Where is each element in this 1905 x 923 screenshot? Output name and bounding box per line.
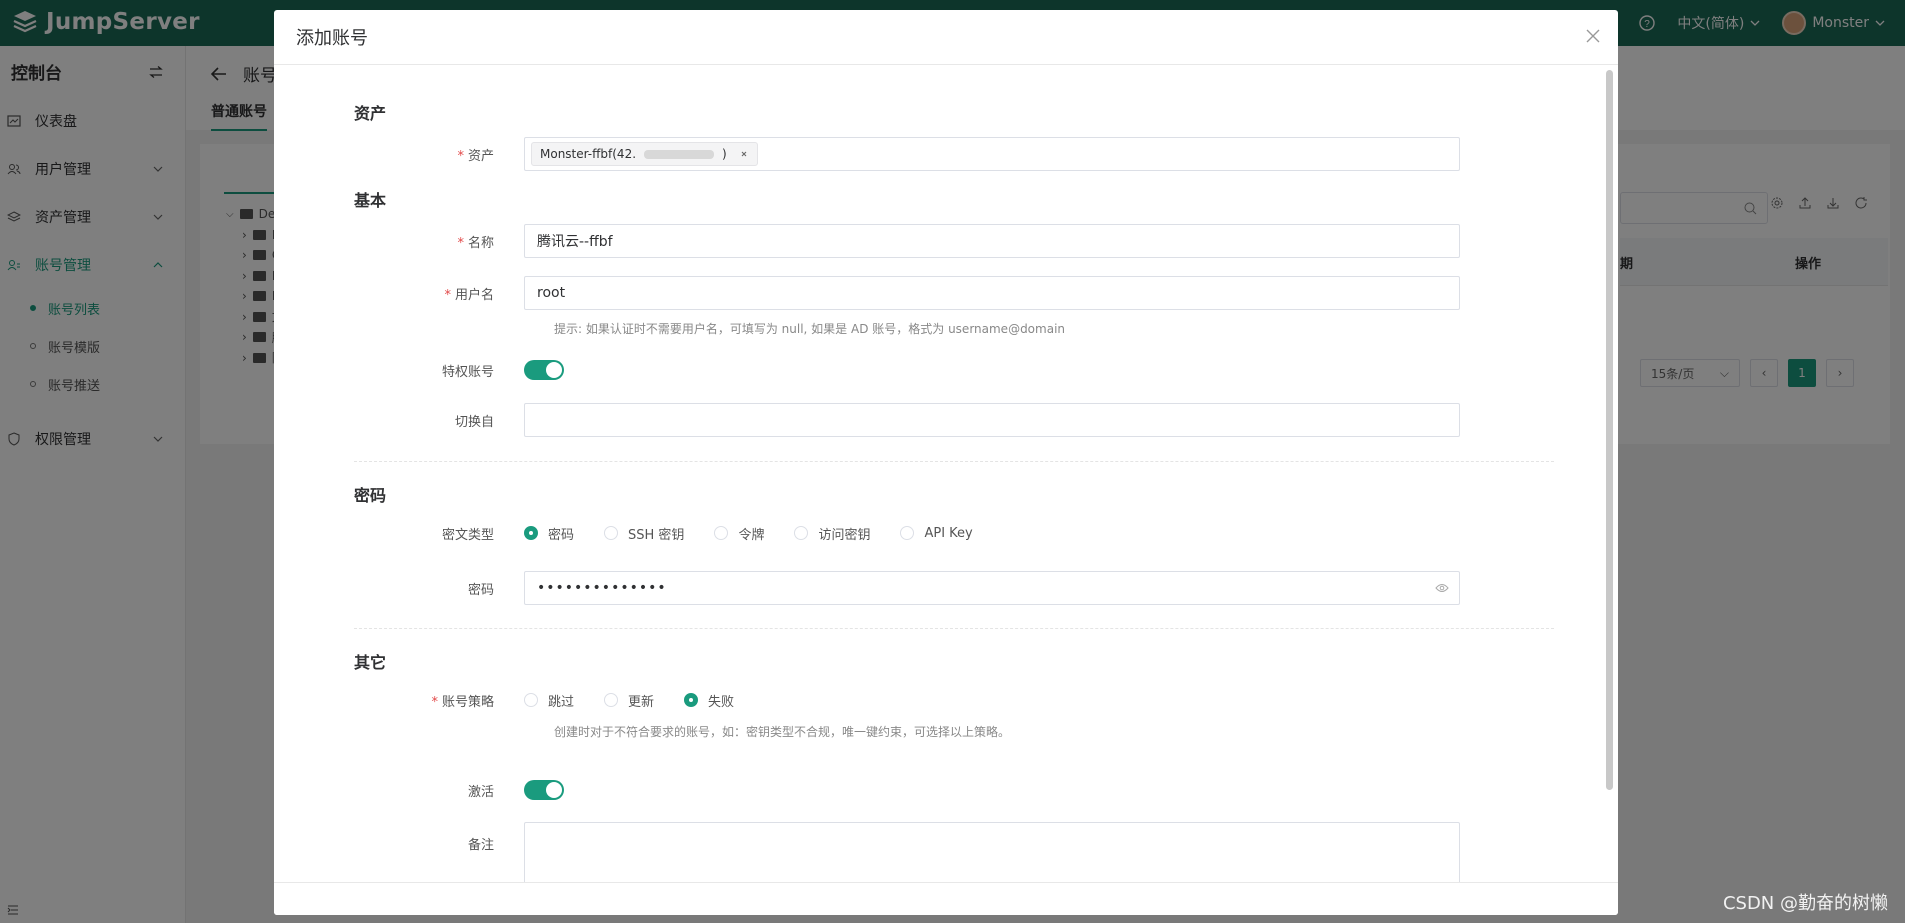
name-input[interactable]: 腾讯云--ffbf bbox=[524, 224, 1460, 258]
username-label: 用户名 bbox=[454, 287, 494, 303]
dialog-scrollbar[interactable] bbox=[1606, 70, 1613, 790]
radio-circle bbox=[900, 526, 915, 540]
radio-circle bbox=[604, 526, 619, 540]
field-label: * 账号策略 bbox=[354, 691, 524, 710]
username-input[interactable]: root bbox=[524, 276, 1460, 310]
privileged-label: 特权账号 bbox=[441, 364, 494, 380]
form-row-policy: * 账号策略 跳过 更新 失败 bbox=[354, 686, 1464, 714]
password-value: •••••••••••••• bbox=[537, 580, 667, 596]
section-divider bbox=[354, 628, 1554, 629]
asset-label: 资产 bbox=[467, 148, 494, 164]
radio-circle bbox=[604, 693, 619, 707]
required-mark: * bbox=[444, 287, 451, 303]
radio-label: 令牌 bbox=[738, 527, 765, 543]
asset-tag-text: Monster-ffbf(42. bbox=[540, 147, 637, 161]
radio-label: 访问密钥 bbox=[818, 527, 871, 543]
policy-hint: 创建时对于不符合要求的账号，如：密钥类型不合规，唯一键约束，可选择以上策略。 bbox=[554, 725, 1011, 739]
radio-label: 跳过 bbox=[548, 694, 575, 710]
required-mark: * bbox=[431, 694, 438, 710]
form-row-privileged: 特权账号 bbox=[354, 360, 1464, 380]
radio-circle bbox=[684, 693, 699, 707]
field-label: * 用户名 bbox=[354, 284, 524, 303]
field-label: * 名称 bbox=[354, 232, 524, 251]
asset-tag: Monster-ffbf(42.) bbox=[531, 142, 758, 166]
dialog-footer bbox=[274, 882, 1618, 915]
dialog-title: 添加账号 bbox=[296, 28, 368, 49]
close-icon[interactable] bbox=[1586, 29, 1600, 43]
radio-label: API Key bbox=[924, 525, 973, 541]
policy-label: 账号策略 bbox=[441, 694, 494, 710]
radio-fail[interactable]: 失败 bbox=[684, 691, 734, 710]
asset-tag-suffix: ) bbox=[722, 147, 727, 161]
form-row-secret-type: 密文类型 密码 SSH 密钥 令牌 访问密钥 API Key bbox=[354, 519, 1464, 547]
username-hint: 提示: 如果认证时不需要用户名，可填写为 null, 如果是 AD 账号，格式为… bbox=[554, 322, 1066, 336]
radio-access-key[interactable]: 访问密钥 bbox=[794, 524, 870, 543]
secret-type-label: 密文类型 bbox=[441, 527, 494, 543]
asset-select[interactable]: Monster-ffbf(42.) bbox=[524, 137, 1460, 171]
secret-type-radio-group: 密码 SSH 密钥 令牌 访问密钥 API Key bbox=[524, 524, 973, 543]
required-mark: * bbox=[457, 148, 464, 164]
radio-circle bbox=[794, 526, 809, 540]
dialog-header: 添加账号 bbox=[274, 10, 1618, 65]
radio-circle bbox=[524, 693, 538, 707]
form-row-active: 激活 bbox=[354, 780, 1464, 800]
su-from-label: 切换自 bbox=[454, 414, 494, 430]
form-row-password: 密码 •••••••••••••• bbox=[354, 571, 1464, 605]
section-title-other: 其它 bbox=[354, 653, 387, 672]
radio-circle bbox=[714, 526, 729, 540]
active-label: 激活 bbox=[467, 784, 494, 800]
radio-label: 失败 bbox=[708, 694, 735, 710]
privileged-switch[interactable] bbox=[524, 360, 564, 380]
dialog-body: 资产 * 资产 Monster-ffbf(42.) 基本 * 名称 腾讯云--ffb… bbox=[274, 66, 1604, 892]
radio-update[interactable]: 更新 bbox=[604, 691, 654, 710]
required-mark: * bbox=[457, 235, 464, 251]
radio-api-key[interactable]: API Key bbox=[900, 524, 973, 543]
radio-password[interactable]: 密码 bbox=[524, 524, 574, 543]
comment-label: 备注 bbox=[467, 838, 494, 853]
radio-ssh-key[interactable]: SSH 密钥 bbox=[604, 524, 684, 543]
section-title-password: 密码 bbox=[354, 486, 387, 505]
radio-circle bbox=[524, 526, 538, 540]
radio-token[interactable]: 令牌 bbox=[714, 524, 764, 543]
form-row-asset: * 资产 Monster-ffbf(42.) bbox=[354, 137, 1464, 171]
eye-icon[interactable] bbox=[1435, 583, 1449, 593]
field-label: * 资产 bbox=[354, 145, 524, 164]
form-row-name: * 名称 腾讯云--ffbf bbox=[354, 224, 1464, 258]
password-label: 密码 bbox=[467, 582, 494, 598]
radio-label: SSH 密钥 bbox=[628, 527, 685, 543]
redacted-ip bbox=[644, 149, 715, 159]
section-title-asset: 资产 bbox=[354, 104, 387, 123]
radio-skip[interactable]: 跳过 bbox=[524, 691, 574, 710]
radio-label: 更新 bbox=[628, 694, 655, 710]
section-divider bbox=[354, 461, 1554, 462]
section-title-basic: 基本 bbox=[354, 191, 387, 210]
watermark: CSDN @勤奋的树懒 bbox=[1722, 893, 1888, 914]
tag-close-icon[interactable] bbox=[739, 149, 749, 159]
active-switch[interactable] bbox=[524, 780, 564, 800]
form-row-username: * 用户名 root bbox=[354, 276, 1464, 310]
policy-radio-group: 跳过 更新 失败 bbox=[524, 691, 734, 710]
radio-label: 密码 bbox=[548, 527, 575, 543]
add-account-dialog: 添加账号 资产 * 资产 Monster-ffbf(42.) 基本 * 名称 腾讯云… bbox=[274, 10, 1618, 915]
password-input[interactable]: •••••••••••••• bbox=[524, 571, 1460, 605]
name-label: 名称 bbox=[467, 235, 494, 251]
form-row-su-from: 切换自 bbox=[354, 403, 1464, 437]
su-from-select[interactable] bbox=[524, 403, 1460, 437]
